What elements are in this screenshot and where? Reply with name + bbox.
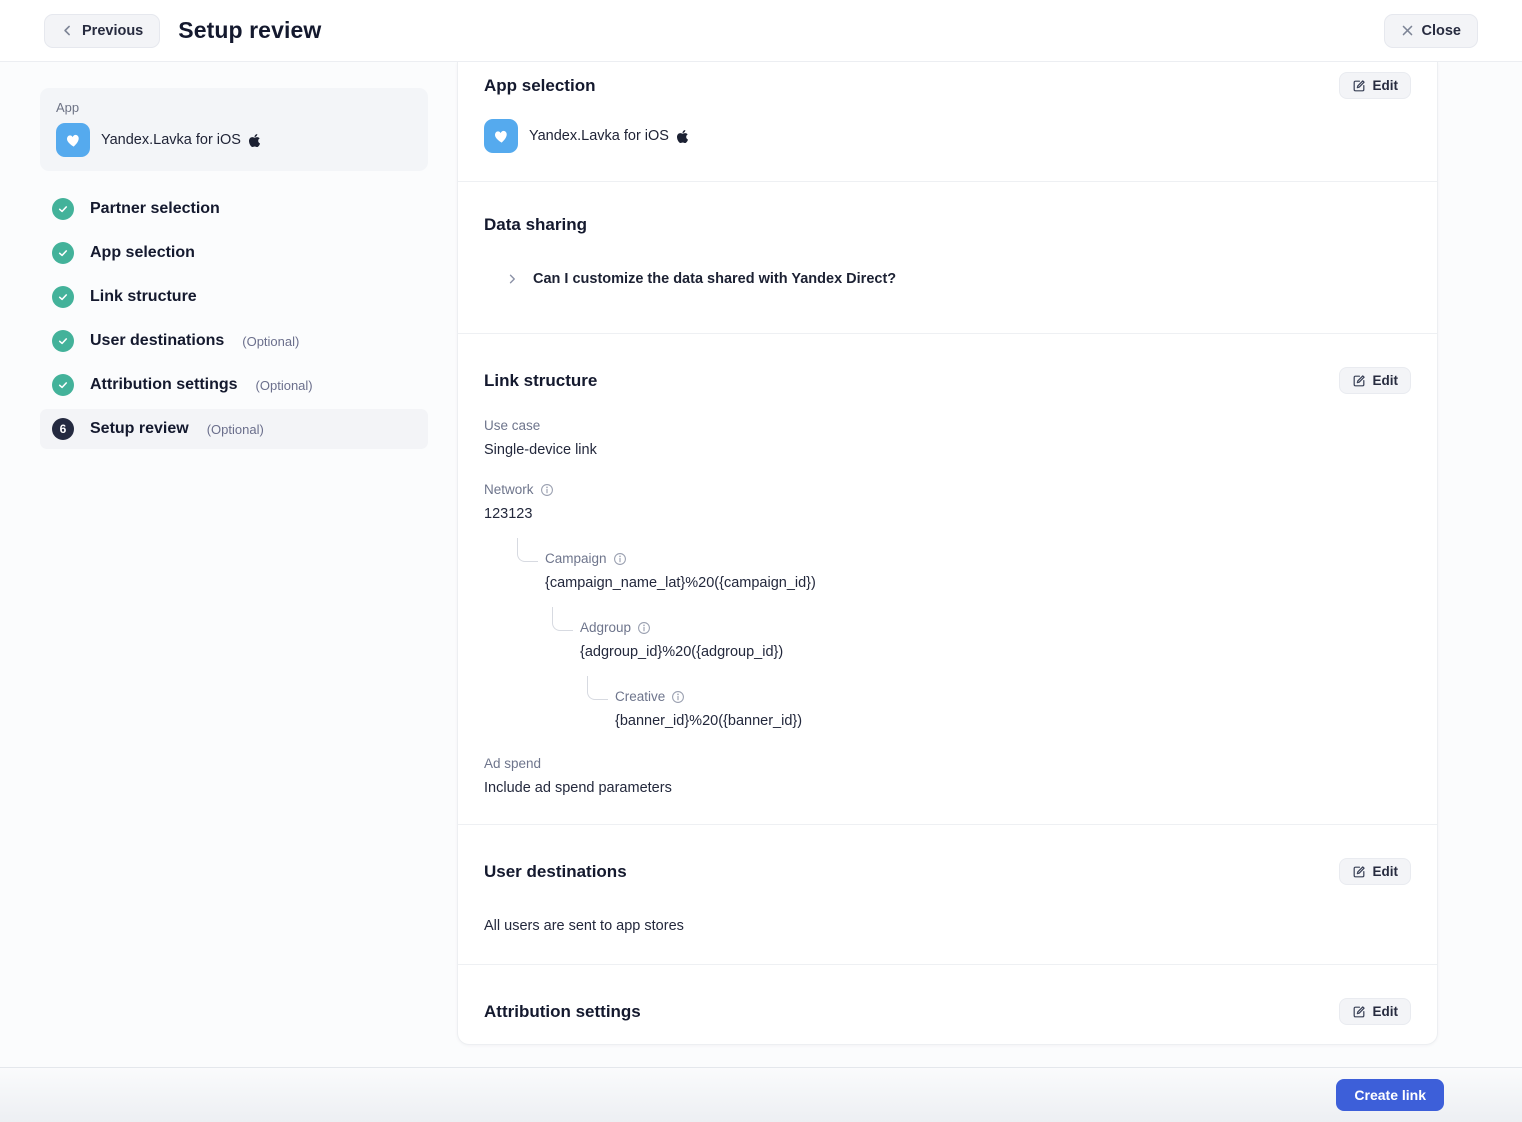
step-check-icon [52, 286, 74, 308]
edit-attribution-settings-button[interactable]: Edit [1339, 998, 1412, 1025]
field-value: 123123 [484, 506, 1411, 522]
section-title: Link structure [484, 371, 597, 391]
edit-app-selection-button[interactable]: Edit [1339, 72, 1412, 99]
data-sharing-question[interactable]: Can I customize the data shared with Yan… [506, 271, 1411, 287]
adgroup-node: Adgroup {adgroup_id}%20({adgroup_id}) [580, 620, 1411, 660]
user-destinations-value: All users are sent to app stores [484, 918, 1411, 934]
section-link-structure: Link structure Edit Use case Single-devi… [458, 334, 1437, 825]
field-label: Use case [484, 418, 1411, 433]
app-name-text: Yandex.Lavka for iOS [101, 132, 241, 148]
chevron-left-icon [61, 24, 74, 37]
field-value: Single-device link [484, 442, 1411, 458]
app-name-text: Yandex.Lavka for iOS [529, 128, 669, 144]
edit-icon [1352, 374, 1366, 388]
step-check-icon [52, 330, 74, 352]
question-text: Can I customize the data shared with Yan… [533, 271, 896, 287]
step-check-icon [52, 198, 74, 220]
section-title: App selection [484, 76, 595, 96]
step-label: Link structure [90, 288, 197, 306]
edit-label: Edit [1373, 78, 1399, 93]
edit-user-destinations-button[interactable]: Edit [1339, 858, 1412, 885]
page-title: Setup review [178, 17, 321, 44]
info-icon[interactable] [540, 483, 554, 497]
network-field: Network 123123 [484, 482, 1411, 522]
steps-list: Partner selection App selection Link str… [40, 189, 428, 449]
app-name: Yandex.Lavka for iOS [101, 132, 261, 148]
selected-app-row: Yandex.Lavka for iOS [484, 119, 1411, 161]
sidebar-item-app-selection[interactable]: App selection [40, 233, 428, 273]
info-icon[interactable] [637, 621, 651, 635]
section-title: Attribution settings [484, 1002, 641, 1022]
sidebar-item-partner-selection[interactable]: Partner selection [40, 189, 428, 229]
section-app-selection: App selection Edit Yandex.Lavka for iOS [458, 62, 1437, 182]
edit-icon [1352, 79, 1366, 93]
apple-icon [248, 133, 261, 148]
edit-link-structure-button[interactable]: Edit [1339, 367, 1412, 394]
footer-bar: Create link [0, 1067, 1522, 1122]
field-value: {banner_id}%20({banner_id}) [615, 713, 1411, 729]
field-label: Adgroup [580, 620, 631, 635]
field-value: {campaign_name_lat}%20({campaign_id}) [545, 575, 1411, 591]
step-optional: (Optional) [242, 334, 299, 349]
step-check-icon [52, 374, 74, 396]
step-label: Attribution settings [90, 376, 238, 394]
app-label: App [56, 100, 412, 115]
app-card: App Yandex.Lavka for iOS [40, 88, 428, 171]
app-name: Yandex.Lavka for iOS [529, 128, 689, 144]
chevron-right-icon [506, 273, 518, 285]
header-bar: Previous Setup review Close [0, 0, 1522, 62]
step-optional: (Optional) [256, 378, 313, 393]
field-label: Network [484, 482, 534, 497]
use-case-field: Use case Single-device link [484, 418, 1411, 458]
apple-icon [676, 129, 689, 144]
review-card: App selection Edit Yandex.Lavka for iOS [457, 62, 1438, 1045]
sidebar: App Yandex.Lavka for iOS Partner select [40, 62, 428, 1067]
previous-label: Previous [82, 23, 143, 39]
close-icon [1401, 24, 1414, 37]
close-label: Close [1422, 23, 1462, 39]
creative-node: Creative {banner_id}%20({banner_id}) [615, 689, 1411, 729]
previous-button[interactable]: Previous [44, 14, 160, 48]
close-button[interactable]: Close [1384, 14, 1479, 48]
edit-label: Edit [1373, 864, 1399, 879]
section-user-destinations: User destinations Edit All users are sen… [458, 825, 1437, 965]
step-label: App selection [90, 244, 195, 262]
tree-connector [587, 676, 608, 700]
edit-icon [1352, 865, 1366, 879]
tree-connector [517, 538, 538, 562]
step-number-badge: 6 [52, 418, 74, 440]
sidebar-item-user-destinations[interactable]: User destinations (Optional) [40, 321, 428, 361]
content-area: App Yandex.Lavka for iOS Partner select [0, 62, 1522, 1067]
section-title: User destinations [484, 862, 627, 882]
step-label: Setup review [90, 420, 189, 438]
section-title: Data sharing [484, 215, 587, 235]
info-icon[interactable] [671, 690, 685, 704]
edit-label: Edit [1373, 1004, 1399, 1019]
section-data-sharing: Data sharing Can I customize the data sh… [458, 182, 1437, 334]
tree-connector [552, 607, 573, 631]
app-logo-icon [56, 123, 90, 157]
app-logo-icon [484, 119, 518, 153]
step-label: Partner selection [90, 200, 220, 218]
campaign-node: Campaign {campaign_name_lat}%20({campaig… [545, 551, 1411, 591]
field-label: Campaign [545, 551, 607, 566]
field-value: {adgroup_id}%20({adgroup_id}) [580, 644, 1411, 660]
field-value: Include ad spend parameters [484, 780, 1411, 796]
sidebar-item-setup-review[interactable]: 6 Setup review (Optional) [40, 409, 428, 449]
sidebar-item-attribution-settings[interactable]: Attribution settings (Optional) [40, 365, 428, 405]
create-link-button[interactable]: Create link [1336, 1079, 1444, 1111]
edit-label: Edit [1373, 373, 1399, 388]
ad-spend-field: Ad spend Include ad spend parameters [484, 756, 1411, 796]
step-label: User destinations [90, 332, 224, 350]
step-check-icon [52, 242, 74, 264]
sidebar-item-link-structure[interactable]: Link structure [40, 277, 428, 317]
section-attribution-settings: Attribution settings Edit App-level sett… [458, 965, 1437, 1045]
field-label: Ad spend [484, 756, 1411, 771]
field-label: Creative [615, 689, 665, 704]
info-icon[interactable] [613, 552, 627, 566]
step-optional: (Optional) [207, 422, 264, 437]
edit-icon [1352, 1005, 1366, 1019]
